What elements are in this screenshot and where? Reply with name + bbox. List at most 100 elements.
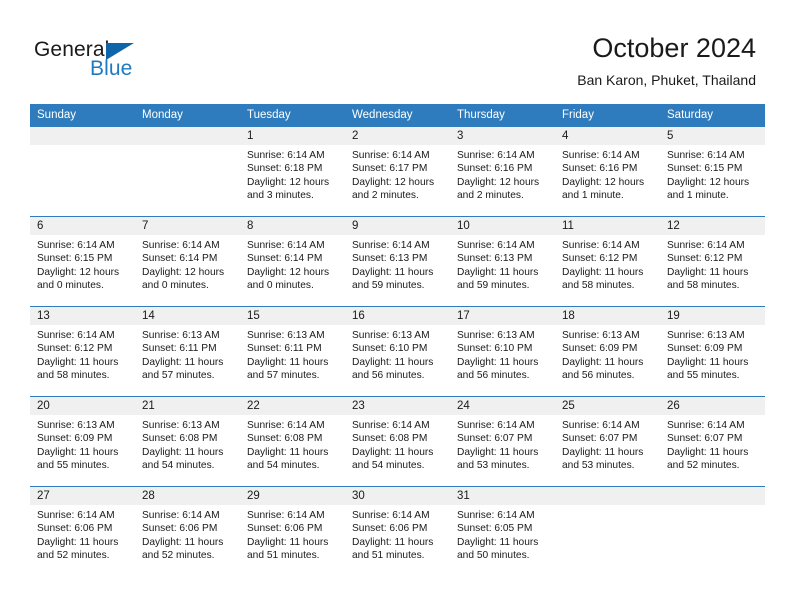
- day-daylight-line: and 52 minutes.: [142, 550, 215, 562]
- calendar-day-cell[interactable]: 8 Sunrise: 6:14 AM Sunset: 6:14 PM Daylight…: [240, 216, 345, 307]
- calendar-day-cell[interactable]: 14 Sunrise: 6:13 AM Sunset: 6:11 PM Dayligh…: [135, 306, 240, 397]
- day-daylight-line: Daylight: 11 hours: [667, 356, 749, 368]
- day-cell-inner: 10 Sunrise: 6:14 AM Sunset: 6:13 PM Dayligh…: [450, 217, 555, 306]
- day-sunrise-line: Sunrise: 6:13 AM: [352, 330, 430, 341]
- day-sunrise-line: Sunrise: 6:14 AM: [352, 420, 430, 431]
- day-daylight-line: and 58 minutes.: [37, 370, 110, 382]
- day-number: 25: [555, 397, 660, 415]
- calendar-day-cell[interactable]: 28 Sunrise: 6:14 AM Sunset: 6:06 PM Dayligh…: [135, 486, 240, 577]
- day-sunrise-line: Sunrise: 6:14 AM: [247, 240, 325, 251]
- day-sunrise-line: Sunrise: 6:13 AM: [667, 330, 745, 341]
- day-cell-details: Sunrise: 6:13 AM Sunset: 6:09 PM Daylight:…: [555, 325, 660, 383]
- day-number: 14: [135, 307, 240, 325]
- day-sunset-line: Sunset: 6:12 PM: [667, 253, 743, 265]
- day-daylight-line: and 54 minutes.: [142, 460, 215, 472]
- day-cell-details: Sunrise: 6:14 AM Sunset: 6:18 PM Daylight:…: [240, 145, 345, 203]
- calendar-day-cell[interactable]: 18 Sunrise: 6:13 AM Sunset: 6:09 PM Dayligh…: [555, 306, 660, 397]
- calendar-day-cell[interactable]: 11 Sunrise: 6:14 AM Sunset: 6:12 PM Dayligh…: [555, 216, 660, 307]
- calendar-day-cell[interactable]: 12 Sunrise: 6:14 AM Sunset: 6:12 PM Dayligh…: [660, 216, 765, 307]
- calendar-day-cell[interactable]: 17 Sunrise: 6:13 AM Sunset: 6:10 PM Dayligh…: [450, 306, 555, 397]
- day-cell-inner: 27 Sunrise: 6:14 AM Sunset: 6:06 PM Dayligh…: [30, 487, 135, 577]
- calendar-day-cell[interactable]: 31 Sunrise: 6:14 AM Sunset: 6:05 PM Dayligh…: [450, 486, 555, 577]
- day-cell-inner: 6 Sunrise: 6:14 AM Sunset: 6:15 PM Daylight…: [30, 217, 135, 306]
- day-number: 4: [555, 127, 660, 145]
- calendar-day-cell[interactable]: 19 Sunrise: 6:13 AM Sunset: 6:09 PM Dayligh…: [660, 306, 765, 397]
- calendar-day-cell[interactable]: 1 Sunrise: 6:14 AM Sunset: 6:18 PM Daylight…: [240, 126, 345, 217]
- day-cell-details: Sunrise: 6:14 AM Sunset: 6:14 PM Daylight:…: [240, 235, 345, 293]
- day-sunset-line: Sunset: 6:09 PM: [562, 343, 638, 355]
- calendar-day-cell[interactable]: 29 Sunrise: 6:14 AM Sunset: 6:06 PM Dayligh…: [240, 486, 345, 577]
- calendar-day-cell[interactable]: 16 Sunrise: 6:13 AM Sunset: 6:10 PM Dayligh…: [345, 306, 450, 397]
- day-daylight-line: Daylight: 11 hours: [457, 356, 539, 368]
- day-number: 29: [240, 487, 345, 505]
- day-cell-details: Sunrise: 6:14 AM Sunset: 6:15 PM Daylight:…: [30, 235, 135, 293]
- day-sunset-line: Sunset: 6:15 PM: [37, 253, 113, 265]
- day-number: 7: [135, 217, 240, 235]
- calendar-empty-cell: [660, 486, 765, 577]
- weekday-header-tuesday: Tuesday: [240, 104, 345, 127]
- calendar-day-cell[interactable]: 9 Sunrise: 6:14 AM Sunset: 6:13 PM Daylight…: [345, 216, 450, 307]
- day-cell-details: [30, 145, 135, 149]
- day-cell-inner: 20 Sunrise: 6:13 AM Sunset: 6:09 PM Dayligh…: [30, 397, 135, 486]
- day-cell-inner: 16 Sunrise: 6:13 AM Sunset: 6:10 PM Dayligh…: [345, 307, 450, 396]
- calendar-day-cell[interactable]: 25 Sunrise: 6:14 AM Sunset: 6:07 PM Dayligh…: [555, 396, 660, 487]
- day-number: 30: [345, 487, 450, 505]
- day-cell-inner: 22 Sunrise: 6:14 AM Sunset: 6:08 PM Dayligh…: [240, 397, 345, 486]
- day-number: 31: [450, 487, 555, 505]
- calendar-day-cell[interactable]: 23 Sunrise: 6:14 AM Sunset: 6:08 PM Dayligh…: [345, 396, 450, 487]
- day-daylight-line: Daylight: 11 hours: [562, 446, 644, 458]
- calendar-day-cell[interactable]: 13 Sunrise: 6:14 AM Sunset: 6:12 PM Dayligh…: [30, 306, 135, 397]
- page-subtitle-location: Ban Karon, Phuket, Thailand: [577, 72, 756, 88]
- day-daylight-line: and 2 minutes.: [457, 190, 524, 202]
- calendar-day-cell[interactable]: 20 Sunrise: 6:13 AM Sunset: 6:09 PM Dayligh…: [30, 396, 135, 487]
- calendar-day-cell[interactable]: 15 Sunrise: 6:13 AM Sunset: 6:11 PM Dayligh…: [240, 306, 345, 397]
- day-sunset-line: Sunset: 6:06 PM: [247, 523, 323, 535]
- day-daylight-line: and 1 minute.: [667, 190, 729, 202]
- day-number: 19: [660, 307, 765, 325]
- day-sunset-line: Sunset: 6:17 PM: [352, 163, 428, 175]
- day-sunrise-line: Sunrise: 6:14 AM: [667, 240, 745, 251]
- calendar-day-cell[interactable]: 4 Sunrise: 6:14 AM Sunset: 6:16 PM Daylight…: [555, 126, 660, 217]
- day-daylight-line: Daylight: 11 hours: [667, 266, 749, 278]
- calendar-day-cell[interactable]: 3 Sunrise: 6:14 AM Sunset: 6:16 PM Daylight…: [450, 126, 555, 217]
- calendar-day-cell[interactable]: 2 Sunrise: 6:14 AM Sunset: 6:17 PM Daylight…: [345, 126, 450, 217]
- calendar-day-cell[interactable]: 26 Sunrise: 6:14 AM Sunset: 6:07 PM Dayligh…: [660, 396, 765, 487]
- day-cell-details: Sunrise: 6:14 AM Sunset: 6:07 PM Daylight:…: [555, 415, 660, 473]
- day-daylight-line: Daylight: 11 hours: [457, 266, 539, 278]
- calendar-day-cell[interactable]: 10 Sunrise: 6:14 AM Sunset: 6:13 PM Dayligh…: [450, 216, 555, 307]
- calendar-day-cell[interactable]: 5 Sunrise: 6:14 AM Sunset: 6:15 PM Daylight…: [660, 126, 765, 217]
- day-number: 27: [30, 487, 135, 505]
- day-cell-inner: 5 Sunrise: 6:14 AM Sunset: 6:15 PM Daylight…: [660, 127, 765, 216]
- day-cell-details: Sunrise: 6:14 AM Sunset: 6:06 PM Daylight:…: [30, 505, 135, 563]
- day-number: 11: [555, 217, 660, 235]
- general-blue-logo[interactable]: General Blue: [34, 38, 154, 84]
- calendar-week-row: 20 Sunrise: 6:13 AM Sunset: 6:09 PM Dayligh…: [30, 396, 765, 487]
- day-daylight-line: Daylight: 11 hours: [562, 266, 644, 278]
- day-cell-details: Sunrise: 6:13 AM Sunset: 6:09 PM Daylight:…: [30, 415, 135, 473]
- day-sunset-line: Sunset: 6:07 PM: [457, 433, 533, 445]
- day-cell-details: Sunrise: 6:13 AM Sunset: 6:11 PM Daylight:…: [240, 325, 345, 383]
- day-cell-details: Sunrise: 6:14 AM Sunset: 6:13 PM Daylight:…: [450, 235, 555, 293]
- day-sunset-line: Sunset: 6:12 PM: [37, 343, 113, 355]
- day-daylight-line: Daylight: 11 hours: [457, 446, 539, 458]
- day-cell-inner: 4 Sunrise: 6:14 AM Sunset: 6:16 PM Daylight…: [555, 127, 660, 216]
- day-sunset-line: Sunset: 6:10 PM: [352, 343, 428, 355]
- calendar-day-cell[interactable]: 21 Sunrise: 6:13 AM Sunset: 6:08 PM Dayligh…: [135, 396, 240, 487]
- day-cell-details: Sunrise: 6:14 AM Sunset: 6:15 PM Daylight:…: [660, 145, 765, 203]
- calendar-day-cell[interactable]: 27 Sunrise: 6:14 AM Sunset: 6:06 PM Dayligh…: [30, 486, 135, 577]
- day-cell-inner: 18 Sunrise: 6:13 AM Sunset: 6:09 PM Dayligh…: [555, 307, 660, 396]
- day-daylight-line: and 0 minutes.: [37, 280, 104, 292]
- day-cell-details: Sunrise: 6:14 AM Sunset: 6:16 PM Daylight:…: [450, 145, 555, 203]
- day-number: 17: [450, 307, 555, 325]
- day-cell-inner: [660, 487, 765, 577]
- calendar-week-row: 27 Sunrise: 6:14 AM Sunset: 6:06 PM Dayligh…: [30, 486, 765, 577]
- calendar-day-cell[interactable]: 30 Sunrise: 6:14 AM Sunset: 6:06 PM Dayligh…: [345, 486, 450, 577]
- calendar-day-cell[interactable]: 6 Sunrise: 6:14 AM Sunset: 6:15 PM Daylight…: [30, 216, 135, 307]
- calendar-day-cell[interactable]: 7 Sunrise: 6:14 AM Sunset: 6:14 PM Daylight…: [135, 216, 240, 307]
- day-number: 10: [450, 217, 555, 235]
- day-number: 15: [240, 307, 345, 325]
- calendar-body: 1 Sunrise: 6:14 AM Sunset: 6:18 PM Daylight…: [30, 126, 765, 577]
- calendar-day-cell[interactable]: 24 Sunrise: 6:14 AM Sunset: 6:07 PM Dayligh…: [450, 396, 555, 487]
- calendar-week-row: 1 Sunrise: 6:14 AM Sunset: 6:18 PM Daylight…: [30, 126, 765, 217]
- calendar-day-cell[interactable]: 22 Sunrise: 6:14 AM Sunset: 6:08 PM Dayligh…: [240, 396, 345, 487]
